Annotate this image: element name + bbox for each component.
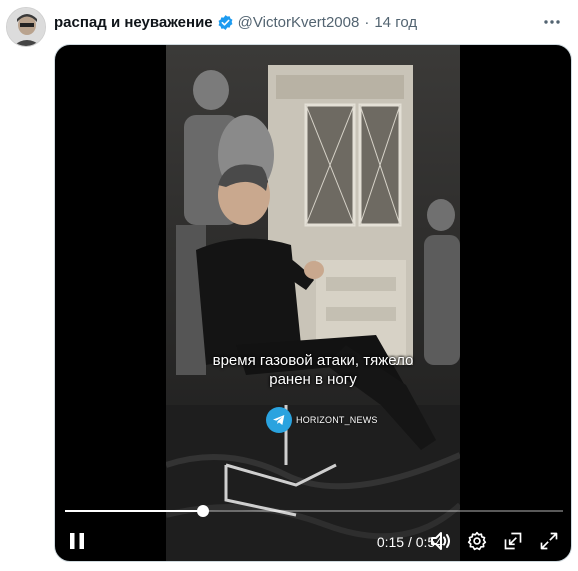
progress-bar[interactable] [65, 505, 563, 517]
handle[interactable]: @VictorKvert2008 [238, 14, 360, 31]
current-time: 0:15 [376, 534, 405, 550]
subtitle-line-1: время газовой атаки, тяжело [212, 352, 414, 369]
timestamp[interactable]: 14 год [374, 14, 417, 31]
tweet-header: распад и неуважение @VictorKvert2008 · 1… [0, 0, 578, 47]
time-separator: / [407, 534, 412, 550]
picture-in-picture-icon[interactable] [499, 527, 527, 555]
settings-icon[interactable] [463, 527, 491, 555]
separator-dot: · [364, 13, 370, 31]
video-scene [166, 45, 460, 561]
subtitle-line-2: ранен в ногу [269, 371, 357, 388]
verified-badge-icon [217, 14, 234, 31]
video-subtitle: время газовой атаки, тяжело ранен в ногу [166, 351, 460, 389]
volume-icon[interactable] [427, 527, 455, 555]
watermark: HORIZONT_NEWS [266, 407, 378, 433]
watermark-text: HORIZONT_NEWS [296, 415, 378, 425]
fullscreen-icon[interactable] [535, 527, 563, 555]
player-controls: 0:15 / 0:54 [55, 521, 571, 561]
pause-icon[interactable] [63, 527, 91, 555]
display-name[interactable]: распад и неуважение [54, 14, 213, 31]
avatar[interactable] [6, 7, 46, 47]
video-frame[interactable]: время газовой атаки, тяжело ранен в ногу… [166, 45, 460, 561]
more-icon[interactable] [542, 12, 562, 32]
name-row: распад и неуважение @VictorKvert2008 · 1… [54, 12, 417, 32]
telegram-icon [266, 407, 292, 433]
progress-fill [65, 510, 204, 512]
video-player[interactable]: время газовой атаки, тяжело ранен в ногу… [54, 44, 572, 562]
